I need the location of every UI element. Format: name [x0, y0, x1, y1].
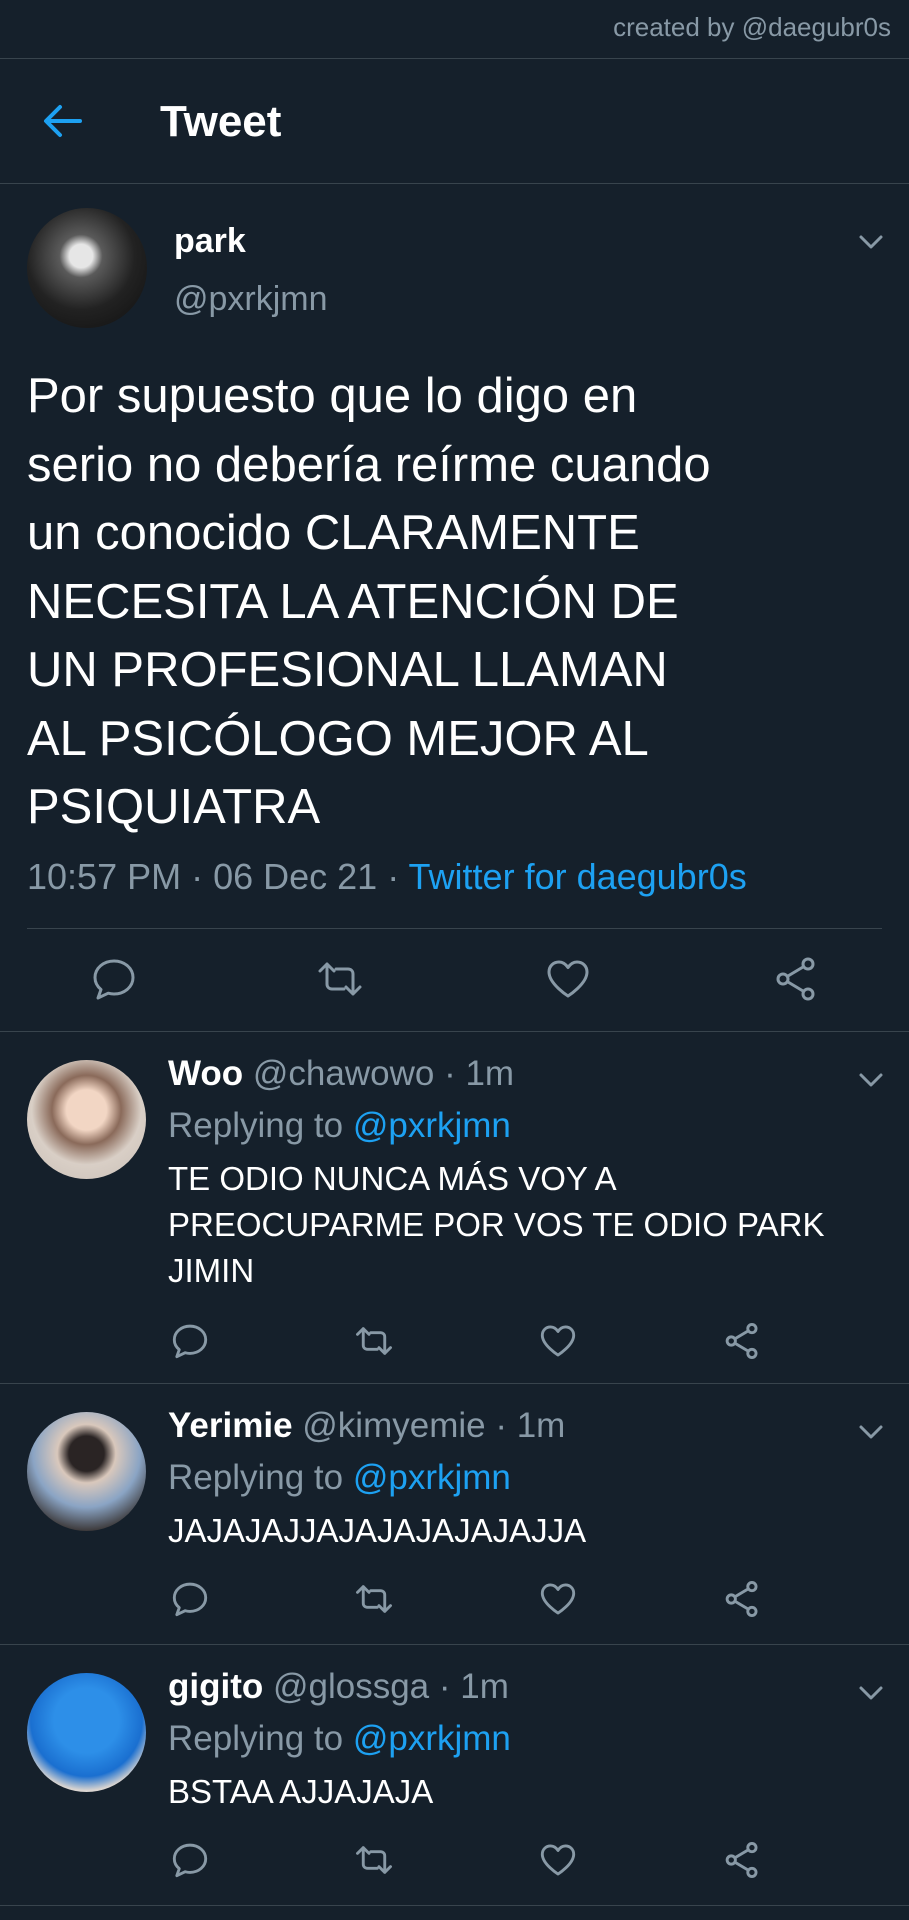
like-icon[interactable] — [538, 1322, 578, 1360]
reply-text: BSTAA AJJAJAJA — [168, 1773, 434, 1810]
mention-link[interactable]: @pxrkjmn — [353, 1719, 511, 1758]
divider — [0, 1905, 909, 1906]
replying-label: Replying to — [168, 1458, 353, 1497]
reply-icon[interactable] — [170, 1841, 210, 1879]
avatar[interactable] — [27, 208, 147, 328]
page-title: Tweet — [160, 97, 282, 146]
replying-to: Replying to @pxrkjmn — [168, 1719, 511, 1759]
replying-to: Replying to @pxrkjmn — [168, 1106, 511, 1146]
reply-header: Woo @chawowo · 1m — [168, 1054, 514, 1094]
author-name[interactable]: Woo — [168, 1054, 243, 1093]
retweet-icon[interactable] — [354, 1322, 394, 1360]
author-name[interactable]: Yerimie — [168, 1406, 293, 1445]
share-icon[interactable] — [722, 1322, 762, 1360]
reply-icon[interactable] — [170, 1322, 210, 1360]
like-icon[interactable] — [544, 956, 592, 1002]
chevron-down-icon[interactable] — [857, 232, 885, 252]
share-icon[interactable] — [722, 1580, 762, 1618]
chevron-down-icon[interactable] — [857, 1683, 885, 1703]
mention-link[interactable]: @pxrkjmn — [353, 1458, 511, 1497]
reply-tweet[interactable]: gigito @glossga · 1m Replying to @pxrkjm… — [0, 1645, 909, 1905]
author-name[interactable]: park — [174, 222, 246, 261]
reply-icon[interactable] — [170, 1580, 210, 1618]
mention-link[interactable]: @pxrkjmn — [353, 1106, 511, 1145]
like-icon[interactable] — [538, 1841, 578, 1879]
tweet-text: Por supuesto que lo digo en serio no deb… — [27, 369, 711, 834]
main-tweet: park @pxrkjmn Por supuesto que lo digo e… — [0, 184, 909, 1031]
reply-header: Yerimie @kimyemie · 1m — [168, 1406, 565, 1446]
replying-label: Replying to — [168, 1719, 353, 1758]
tweet-timestamp: 10:57 PM · 06 Dec 21 · — [27, 856, 409, 897]
tweet-meta: 10:57 PM · 06 Dec 21 · Twitter for daegu… — [27, 856, 747, 898]
chevron-down-icon[interactable] — [857, 1070, 885, 1090]
retweet-icon[interactable] — [316, 956, 364, 1002]
reply-text: JAJAJAJJAJAJAJAJAJAJJA — [168, 1512, 587, 1549]
author-handle[interactable]: @glossga · 1m — [273, 1667, 509, 1706]
replying-to: Replying to @pxrkjmn — [168, 1458, 511, 1498]
divider — [27, 928, 882, 929]
avatar[interactable] — [27, 1412, 146, 1531]
back-arrow-icon[interactable] — [40, 99, 84, 143]
reply-tweet[interactable]: Yerimie @kimyemie · 1m Replying to @pxrk… — [0, 1384, 909, 1644]
chevron-down-icon[interactable] — [857, 1422, 885, 1442]
retweet-icon[interactable] — [354, 1841, 394, 1879]
reply-tweet[interactable]: Woo @chawowo · 1m Replying to @pxrkjmn T… — [0, 1032, 909, 1383]
author-handle[interactable]: @chawowo · 1m — [253, 1054, 514, 1093]
share-icon[interactable] — [772, 956, 820, 1002]
author-name[interactable]: gigito — [168, 1667, 263, 1706]
retweet-icon[interactable] — [354, 1580, 394, 1618]
top-bar: Tweet — [0, 59, 909, 183]
like-icon[interactable] — [538, 1580, 578, 1618]
reply-header: gigito @glossga · 1m — [168, 1667, 509, 1707]
author-handle[interactable]: @kimyemie · 1m — [302, 1406, 565, 1445]
reply-text: TE ODIO NUNCA MÁS VOY A PREOCUPARME POR … — [168, 1160, 825, 1289]
avatar[interactable] — [27, 1673, 146, 1792]
reply-icon[interactable] — [90, 956, 138, 1002]
author-handle[interactable]: @pxrkjmn — [174, 280, 328, 319]
share-icon[interactable] — [722, 1841, 762, 1879]
avatar[interactable] — [27, 1060, 146, 1179]
tweet-client-link[interactable]: Twitter for daegubr0s — [409, 856, 747, 897]
watermark: created by @daegubr0s — [613, 12, 891, 42]
replying-label: Replying to — [168, 1106, 353, 1145]
